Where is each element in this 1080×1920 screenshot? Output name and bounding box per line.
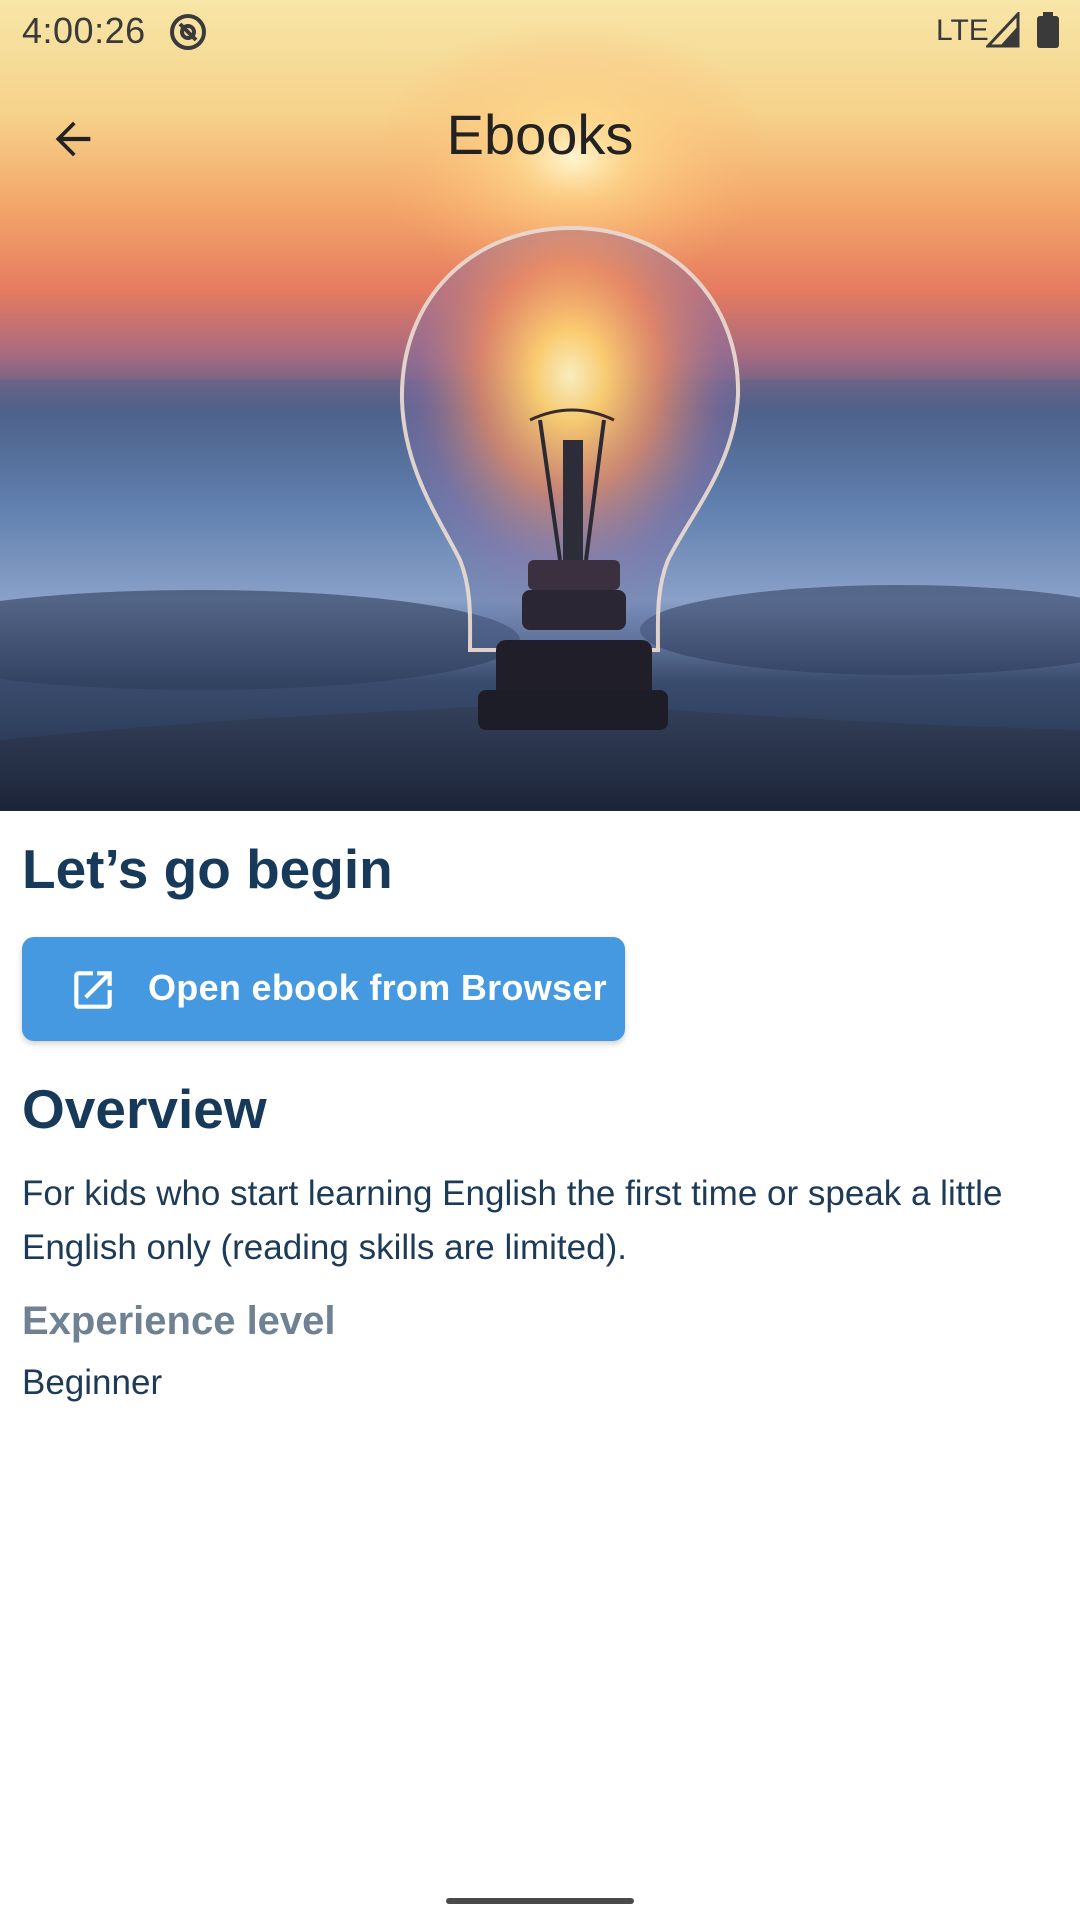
open-in-new-icon <box>74 971 112 1009</box>
experience-level-label: Experience level <box>22 1299 336 1343</box>
top-app-bar: Ebooks <box>0 62 1080 210</box>
status-time: 4:00:26 <box>22 10 146 51</box>
headline: Let’s go begin <box>22 838 393 900</box>
experience-level-value: Beginner <box>22 1363 163 1402</box>
status-network: LTE <box>936 14 989 47</box>
open-ebook-button[interactable]: Open ebook from Browser <box>22 937 625 1041</box>
page-title: Ebooks <box>446 103 634 166</box>
overview-title: Overview <box>22 1078 267 1140</box>
open-ebook-button-label: Open ebook from Browser <box>148 967 607 1008</box>
signal-icon <box>986 12 1020 48</box>
gesture-nav-handle[interactable] <box>446 1898 634 1904</box>
battery-icon <box>1037 12 1059 48</box>
overview-description: For kids who start learning English the … <box>22 1174 1003 1267</box>
status-bar: 4:00:26 LTE <box>0 0 1080 62</box>
at-sign-icon <box>170 14 206 50</box>
